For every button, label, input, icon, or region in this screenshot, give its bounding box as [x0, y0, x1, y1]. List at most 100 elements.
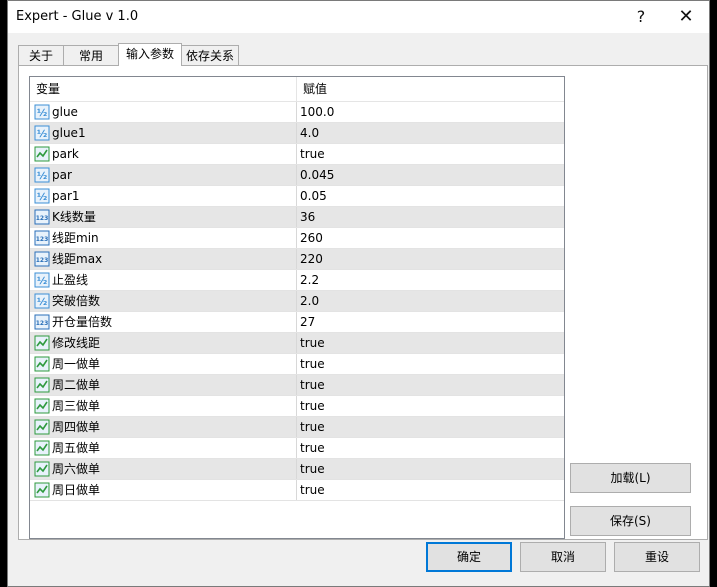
parameter-name-cell[interactable]: 周一做单	[30, 354, 297, 374]
svg-text:½: ½	[37, 108, 47, 119]
parameter-row[interactable]: 123 线距min 260	[30, 228, 564, 249]
parameter-value[interactable]: 2.0	[297, 291, 319, 311]
parameter-name: 止盈线	[52, 273, 89, 287]
load-button[interactable]: 加载(L)	[570, 463, 691, 493]
parameter-name-cell[interactable]: 周日做单	[30, 480, 297, 500]
parameter-row[interactable]: ½ 突破倍数 2.0	[30, 291, 564, 312]
parameter-name-cell[interactable]: ½ 止盈线	[30, 270, 297, 290]
parameter-value[interactable]: true	[297, 438, 325, 458]
parameter-name-cell[interactable]: 123 K线数量	[30, 207, 297, 227]
parameter-value[interactable]: true	[297, 354, 325, 374]
parameters-grid: 变量 赋值 ½ glue 100.0 ½ glue1 4.0 park true ½ par 0.0…	[29, 76, 565, 539]
parameter-name-cell[interactable]: park	[30, 144, 297, 164]
parameter-row[interactable]: 123 线距max 220	[30, 249, 564, 270]
parameter-value[interactable]: 0.045	[297, 165, 334, 185]
parameter-row[interactable]: 周一做单 true	[30, 354, 564, 375]
parameter-row[interactable]: 修改线距 true	[30, 333, 564, 354]
tab-about[interactable]: 关于	[18, 45, 64, 65]
double-type-icon: ½	[34, 104, 50, 120]
tab-common[interactable]: 常用	[63, 45, 119, 65]
parameter-row[interactable]: ½ glue1 4.0	[30, 123, 564, 144]
parameter-name-cell[interactable]: ½ glue	[30, 102, 297, 122]
column-header-value[interactable]: 赋值	[297, 77, 564, 101]
parameter-name-cell[interactable]: 修改线距	[30, 333, 297, 353]
parameter-name: 周日做单	[52, 483, 101, 497]
parameter-row[interactable]: 周四做单 true	[30, 417, 564, 438]
parameter-value[interactable]: 220	[297, 249, 323, 269]
expert-properties-dialog: Expert - Glue v 1.0 ? ✕ 关于 常用 输入参数 依存关系 …	[7, 0, 710, 587]
parameter-name: 线距max	[52, 252, 103, 266]
parameter-name-cell[interactable]: 周五做单	[30, 438, 297, 458]
grid-header: 变量 赋值	[30, 77, 564, 102]
svg-text:123: 123	[36, 320, 49, 327]
parameter-value[interactable]: true	[297, 333, 325, 353]
parameter-value[interactable]: 27	[297, 312, 315, 332]
parameter-value[interactable]: true	[297, 396, 325, 416]
parameter-name-cell[interactable]: 周二做单	[30, 375, 297, 395]
parameter-row[interactable]: park true	[30, 144, 564, 165]
parameter-name: 周二做单	[52, 378, 101, 392]
reset-button[interactable]: 重设	[614, 542, 700, 572]
parameter-name-cell[interactable]: 123 线距max	[30, 249, 297, 269]
boolean-type-icon	[34, 419, 50, 435]
parameter-value[interactable]: 36	[297, 207, 315, 227]
svg-text:123: 123	[36, 236, 49, 243]
integer-type-icon: 123	[34, 209, 50, 225]
parameter-name-cell[interactable]: ½ 突破倍数	[30, 291, 297, 311]
boolean-type-icon	[34, 146, 50, 162]
parameter-row[interactable]: 周五做单 true	[30, 438, 564, 459]
save-button[interactable]: 保存(S)	[570, 506, 691, 536]
parameter-value[interactable]: true	[297, 144, 325, 164]
parameter-row[interactable]: ½ glue 100.0	[30, 102, 564, 123]
parameter-name: park	[52, 147, 79, 161]
boolean-type-icon	[34, 440, 50, 456]
parameter-row[interactable]: 周六做单 true	[30, 459, 564, 480]
parameter-name-cell[interactable]: 123 开仓量倍数	[30, 312, 297, 332]
parameter-name-cell[interactable]: ½ par	[30, 165, 297, 185]
parameter-value[interactable]: true	[297, 459, 325, 479]
column-header-variable[interactable]: 变量	[30, 77, 297, 101]
parameter-name-cell[interactable]: ½ glue1	[30, 123, 297, 143]
parameter-row[interactable]: 周二做单 true	[30, 375, 564, 396]
parameter-row[interactable]: 周三做单 true	[30, 396, 564, 417]
parameter-value[interactable]: true	[297, 480, 325, 500]
integer-type-icon: 123	[34, 314, 50, 330]
parameter-name: par1	[52, 189, 80, 203]
tab-dependencies[interactable]: 依存关系	[181, 45, 239, 65]
parameter-name-cell[interactable]: 周四做单	[30, 417, 297, 437]
window-title: Expert - Glue v 1.0	[16, 9, 139, 24]
ok-button[interactable]: 确定	[426, 542, 512, 572]
parameter-name: 周五做单	[52, 441, 101, 455]
parameter-name: 修改线距	[52, 336, 101, 350]
parameter-row[interactable]: 周日做单 true	[30, 480, 564, 501]
parameter-row[interactable]: ½ par1 0.05	[30, 186, 564, 207]
parameter-value[interactable]: 0.05	[297, 186, 327, 206]
parameter-value[interactable]: true	[297, 417, 325, 437]
parameter-name-cell[interactable]: 周六做单	[30, 459, 297, 479]
help-button[interactable]: ?	[618, 1, 664, 33]
parameter-row[interactable]: ½ par 0.045	[30, 165, 564, 186]
parameter-name: 周一做单	[52, 357, 101, 371]
parameter-name-cell[interactable]: 周三做单	[30, 396, 297, 416]
double-type-icon: ½	[34, 188, 50, 204]
cancel-button[interactable]: 取消	[520, 542, 606, 572]
boolean-type-icon	[34, 335, 50, 351]
title-bar: Expert - Glue v 1.0 ? ✕	[8, 1, 709, 33]
boolean-type-icon	[34, 461, 50, 477]
parameter-value[interactable]: 260	[297, 228, 323, 248]
svg-text:½: ½	[37, 276, 47, 287]
parameter-value[interactable]: 100.0	[297, 102, 334, 122]
close-button[interactable]: ✕	[663, 1, 709, 33]
boolean-type-icon	[34, 377, 50, 393]
parameter-name-cell[interactable]: 123 线距min	[30, 228, 297, 248]
background-chart-left	[0, 0, 7, 587]
parameter-name: 开仓量倍数	[52, 315, 113, 329]
parameter-value[interactable]: 2.2	[297, 270, 319, 290]
parameter-name-cell[interactable]: ½ par1	[30, 186, 297, 206]
parameter-row[interactable]: 123 K线数量 36	[30, 207, 564, 228]
parameter-value[interactable]: 4.0	[297, 123, 319, 143]
parameter-value[interactable]: true	[297, 375, 325, 395]
tab-inputs[interactable]: 输入参数	[118, 43, 182, 66]
parameter-row[interactable]: 123 开仓量倍数 27	[30, 312, 564, 333]
parameter-row[interactable]: ½ 止盈线 2.2	[30, 270, 564, 291]
